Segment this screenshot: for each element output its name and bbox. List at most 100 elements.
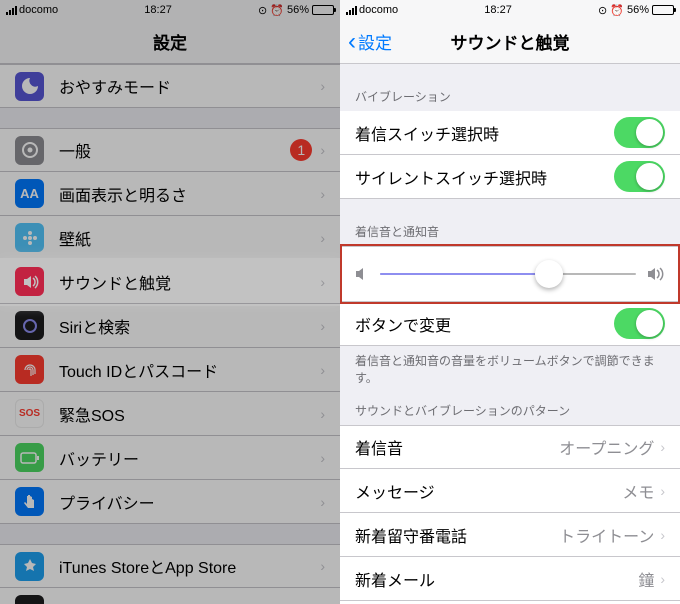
row-siri[interactable]: Siriと検索 › [0,304,340,348]
moon-icon [15,72,44,101]
nav-bar: 設定 [0,20,340,64]
volume-high-icon [646,266,666,282]
chevron-left-icon: ‹ [348,28,356,56]
gear-icon [15,136,44,165]
row-vibrate-silent[interactable]: サイレントスイッチ選択時 [340,155,680,199]
chevron-right-icon: › [320,78,325,94]
sound-pattern-row[interactable]: 着信音オープニング › [340,425,680,469]
row-itunes[interactable]: iTunes StoreとApp Store › [0,544,340,588]
chevron-right-icon: › [320,230,325,246]
alarm-icon: ⊙ ⏰ [598,4,624,17]
row-label: サウンドと触覚 [59,270,320,294]
row-label: メッセージ [355,479,622,503]
sound-pattern-row[interactable]: メッセージメモ› [340,469,680,513]
page-title: サウンドと触覚 [451,29,570,54]
page-title: 設定 [153,29,187,54]
row-label: バッテリー [59,446,320,470]
row-label: 着信音 [355,435,559,459]
fingerprint-icon [15,355,44,384]
row-label: 一般 [59,138,290,162]
alarm-icon: ⊙ ⏰ [258,4,284,17]
row-label: 画面表示と明るさ [59,182,320,206]
group-header: 着信音と通知音 [340,219,680,246]
chevron-right-icon: › [320,362,325,378]
row-label: サイレントスイッチ選択時 [355,165,614,189]
row-label: 着信スイッチ選択時 [355,121,614,145]
sounds-list[interactable]: バイブレーション 着信スイッチ選択時 サイレントスイッチ選択時 着信音と通知音 [340,64,680,604]
toggle-switch[interactable] [614,308,665,339]
sound-icon [15,267,44,296]
slider-thumb[interactable] [535,260,563,288]
status-bar: docomo 18:27 ⊙ ⏰ 56% [340,0,680,20]
status-bar: docomo 18:27 ⊙ ⏰ 56% [0,0,340,20]
group-header: バイブレーション [340,84,680,111]
settings-list[interactable]: おやすみモード › 一般 1 › AA 画面表示と明るさ › 壁紙 › [0,64,340,604]
chevron-right-icon: › [320,274,325,290]
chevron-right-icon: › [320,186,325,202]
chevron-right-icon: › [320,318,325,334]
battery-icon [15,443,44,472]
battery-pct: 56% [287,4,309,16]
row-change-with-buttons[interactable]: ボタンで変更 [340,302,680,346]
toggle-switch[interactable] [614,161,665,192]
chevron-right-icon: › [320,450,325,466]
row-wallpaper[interactable]: 壁紙 › [0,216,340,260]
row-label: 新着メール [355,567,638,591]
siri-icon [15,311,44,340]
flower-icon [15,223,44,252]
volume-slider-row[interactable] [342,246,678,302]
carrier-label: docomo [19,4,58,16]
chevron-right-icon: › [660,571,665,587]
row-label: Touch IDとパスコード [59,358,320,382]
row-detail: 鐘 [638,567,654,591]
row-label: 緊急SOS [59,402,320,426]
text-size-icon: AA [15,179,44,208]
row-label: 壁紙 [59,226,320,250]
row-sounds[interactable]: サウンドと触覚 › [0,260,340,304]
toggle-switch[interactable] [614,117,665,148]
row-label: プライバシー [59,490,320,514]
row-detail: オープニング [559,435,654,459]
back-label: 設定 [358,29,392,54]
row-label: iTunes StoreとApp Store [59,554,320,578]
row-sos[interactable]: SOS 緊急SOS › [0,392,340,436]
row-detail: トライトーン [559,523,654,547]
row-privacy[interactable]: プライバシー › [0,480,340,524]
sounds-screen: docomo 18:27 ⊙ ⏰ 56% ‹設定 サウンドと触覚 バイブレーショ… [340,0,680,604]
battery-pct: 56% [627,4,649,16]
signal-icon [346,6,357,15]
row-label: おやすみモード [59,74,320,98]
chevron-right-icon: › [320,494,325,510]
row-general[interactable]: 一般 1 › [0,128,340,172]
back-button[interactable]: ‹設定 [348,28,392,56]
sound-pattern-row[interactable]: 新着メール鐘 › [340,557,680,601]
row-dnd[interactable]: おやすみモード › [0,64,340,108]
battery-icon [312,5,334,15]
row-label: WalletとApple Pay [59,598,320,604]
wallet-icon [15,595,44,604]
appstore-icon [15,552,44,581]
sound-pattern-row[interactable]: 新着留守番電話トライトーン › [340,513,680,557]
chevron-right-icon: › [320,558,325,574]
settings-screen: docomo 18:27 ⊙ ⏰ 56% 設定 おやすみモード › 一般 1 ›… [0,0,340,604]
chevron-right-icon: › [660,527,665,543]
time-label: 18:27 [484,4,512,16]
chevron-right-icon: › [660,439,665,455]
row-touchid[interactable]: Touch IDとパスコード › [0,348,340,392]
row-display[interactable]: AA 画面表示と明るさ › [0,172,340,216]
badge: 1 [290,139,312,161]
row-battery[interactable]: バッテリー › [0,436,340,480]
row-label: Siriと検索 [59,314,320,338]
row-wallet[interactable]: WalletとApple Pay › [0,588,340,604]
sos-icon: SOS [15,399,44,428]
hand-icon [15,487,44,516]
volume-slider[interactable] [380,273,636,275]
chevron-right-icon: › [660,483,665,499]
signal-icon [6,6,17,15]
group-header: サウンドとバイブレーションのパターン [340,398,680,425]
row-label: 新着留守番電話 [355,523,559,547]
row-vibrate-ring[interactable]: 着信スイッチ選択時 [340,111,680,155]
carrier-label: docomo [359,4,398,16]
chevron-right-icon: › [320,406,325,422]
volume-low-icon [354,266,370,282]
